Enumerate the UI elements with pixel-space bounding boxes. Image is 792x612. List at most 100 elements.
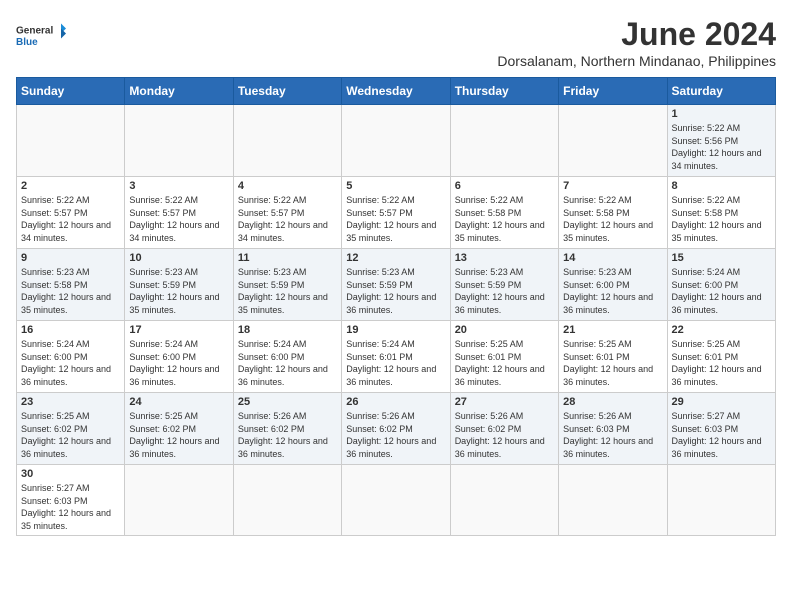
day-info: Sunrise: 5:26 AM Sunset: 6:02 PM Dayligh… xyxy=(238,410,337,460)
title-area: June 2024 Dorsalanam, Northern Mindanao,… xyxy=(497,16,776,69)
calendar-cell: 16 Sunrise: 5:24 AM Sunset: 6:00 PM Dayli… xyxy=(17,321,125,393)
svg-text:Blue: Blue xyxy=(16,37,38,48)
day-number: 9 xyxy=(21,252,120,264)
calendar-cell xyxy=(233,105,341,177)
calendar-cell: 2 Sunrise: 5:22 AM Sunset: 5:57 PM Daylig… xyxy=(17,177,125,249)
day-info: Sunrise: 5:22 AM Sunset: 5:57 PM Dayligh… xyxy=(129,194,228,244)
day-info: Sunrise: 5:23 AM Sunset: 5:58 PM Dayligh… xyxy=(21,266,120,316)
day-number: 7 xyxy=(563,180,662,192)
calendar-cell: 30Sunrise: 5:27 AM Sunset: 6:03 PM Dayli… xyxy=(17,465,125,536)
calendar-cell: 27 Sunrise: 5:26 AM Sunset: 6:02 PM Dayli… xyxy=(450,393,558,465)
day-number: 2 xyxy=(21,180,120,192)
page-header: General Blue June 2024 Dorsalanam, North… xyxy=(16,16,776,69)
calendar-cell xyxy=(559,105,667,177)
calendar-cell: 15 Sunrise: 5:24 AM Sunset: 6:00 PM Dayli… xyxy=(667,249,775,321)
calendar-cell: 6Sunrise: 5:22 AM Sunset: 5:58 PM Daylig… xyxy=(450,177,558,249)
calendar-week-row: 30Sunrise: 5:27 AM Sunset: 6:03 PM Dayli… xyxy=(17,465,776,536)
calendar-cell: 29Sunrise: 5:27 AM Sunset: 6:03 PM Dayli… xyxy=(667,393,775,465)
day-number: 23 xyxy=(21,396,120,408)
day-info: Sunrise: 5:25 AM Sunset: 6:01 PM Dayligh… xyxy=(563,338,662,388)
day-number: 1 xyxy=(672,108,771,120)
day-number: 21 xyxy=(563,324,662,336)
calendar-cell: 7 Sunrise: 5:22 AM Sunset: 5:58 PM Daylig… xyxy=(559,177,667,249)
day-number: 27 xyxy=(455,396,554,408)
calendar-cell xyxy=(559,465,667,536)
day-number: 19 xyxy=(346,324,445,336)
header-sunday: Sunday xyxy=(17,78,125,105)
calendar-cell: 3Sunrise: 5:22 AM Sunset: 5:57 PM Daylig… xyxy=(125,177,233,249)
day-number: 24 xyxy=(129,396,228,408)
header-thursday: Thursday xyxy=(450,78,558,105)
day-number: 14 xyxy=(563,252,662,264)
location-subtitle: Dorsalanam, Northern Mindanao, Philippin… xyxy=(497,53,776,69)
day-info: Sunrise: 5:22 AM Sunset: 5:58 PM Dayligh… xyxy=(455,194,554,244)
day-info: Sunrise: 5:22 AM Sunset: 5:57 PM Dayligh… xyxy=(238,194,337,244)
day-number: 28 xyxy=(563,396,662,408)
day-info: Sunrise: 5:24 AM Sunset: 6:00 PM Dayligh… xyxy=(129,338,228,388)
day-info: Sunrise: 5:22 AM Sunset: 5:56 PM Dayligh… xyxy=(672,122,771,172)
day-number: 17 xyxy=(129,324,228,336)
calendar-cell: 14 Sunrise: 5:23 AM Sunset: 6:00 PM Dayli… xyxy=(559,249,667,321)
day-number: 13 xyxy=(455,252,554,264)
day-number: 26 xyxy=(346,396,445,408)
day-number: 11 xyxy=(238,252,337,264)
calendar-cell: 4Sunrise: 5:22 AM Sunset: 5:57 PM Daylig… xyxy=(233,177,341,249)
calendar-week-row: 1 Sunrise: 5:22 AM Sunset: 5:56 PM Daylig… xyxy=(17,105,776,177)
calendar-cell: 22 Sunrise: 5:25 AM Sunset: 6:01 PM Dayli… xyxy=(667,321,775,393)
day-info: Sunrise: 5:25 AM Sunset: 6:01 PM Dayligh… xyxy=(672,338,771,388)
day-number: 29 xyxy=(672,396,771,408)
calendar-cell: 1 Sunrise: 5:22 AM Sunset: 5:56 PM Daylig… xyxy=(667,105,775,177)
day-info: Sunrise: 5:22 AM Sunset: 5:58 PM Dayligh… xyxy=(563,194,662,244)
calendar-cell xyxy=(342,465,450,536)
day-info: Sunrise: 5:26 AM Sunset: 6:03 PM Dayligh… xyxy=(563,410,662,460)
calendar-cell: 11Sunrise: 5:23 AM Sunset: 5:59 PM Dayli… xyxy=(233,249,341,321)
calendar-cell xyxy=(450,105,558,177)
calendar-cell: 20 Sunrise: 5:25 AM Sunset: 6:01 PM Dayli… xyxy=(450,321,558,393)
day-info: Sunrise: 5:24 AM Sunset: 6:00 PM Dayligh… xyxy=(21,338,120,388)
day-info: Sunrise: 5:23 AM Sunset: 5:59 PM Dayligh… xyxy=(129,266,228,316)
header-wednesday: Wednesday xyxy=(342,78,450,105)
calendar-cell: 19 Sunrise: 5:24 AM Sunset: 6:01 PM Dayli… xyxy=(342,321,450,393)
day-info: Sunrise: 5:23 AM Sunset: 5:59 PM Dayligh… xyxy=(346,266,445,316)
day-info: Sunrise: 5:22 AM Sunset: 5:58 PM Dayligh… xyxy=(672,194,771,244)
calendar-cell: 21 Sunrise: 5:25 AM Sunset: 6:01 PM Dayli… xyxy=(559,321,667,393)
month-title: June 2024 xyxy=(497,16,776,53)
day-number: 18 xyxy=(238,324,337,336)
day-info: Sunrise: 5:24 AM Sunset: 6:01 PM Dayligh… xyxy=(346,338,445,388)
calendar-cell xyxy=(125,465,233,536)
calendar-cell: 28 Sunrise: 5:26 AM Sunset: 6:03 PM Dayli… xyxy=(559,393,667,465)
calendar-cell xyxy=(17,105,125,177)
day-info: Sunrise: 5:24 AM Sunset: 6:00 PM Dayligh… xyxy=(672,266,771,316)
calendar-week-row: 23 Sunrise: 5:25 AM Sunset: 6:02 PM Dayli… xyxy=(17,393,776,465)
day-info: Sunrise: 5:25 AM Sunset: 6:01 PM Dayligh… xyxy=(455,338,554,388)
calendar-cell xyxy=(342,105,450,177)
calendar-cell: 17 Sunrise: 5:24 AM Sunset: 6:00 PM Dayli… xyxy=(125,321,233,393)
day-info: Sunrise: 5:24 AM Sunset: 6:00 PM Dayligh… xyxy=(238,338,337,388)
day-info: Sunrise: 5:25 AM Sunset: 6:02 PM Dayligh… xyxy=(129,410,228,460)
calendar-week-row: 16 Sunrise: 5:24 AM Sunset: 6:00 PM Dayli… xyxy=(17,321,776,393)
day-info: Sunrise: 5:23 AM Sunset: 6:00 PM Dayligh… xyxy=(563,266,662,316)
calendar-header-row: SundayMondayTuesdayWednesdayThursdayFrid… xyxy=(17,78,776,105)
header-monday: Monday xyxy=(125,78,233,105)
calendar-cell xyxy=(450,465,558,536)
day-number: 22 xyxy=(672,324,771,336)
day-info: Sunrise: 5:26 AM Sunset: 6:02 PM Dayligh… xyxy=(455,410,554,460)
day-number: 5 xyxy=(346,180,445,192)
day-number: 8 xyxy=(672,180,771,192)
calendar-cell: 13 Sunrise: 5:23 AM Sunset: 5:59 PM Dayli… xyxy=(450,249,558,321)
day-info: Sunrise: 5:27 AM Sunset: 6:03 PM Dayligh… xyxy=(21,482,120,532)
calendar-week-row: 9 Sunrise: 5:23 AM Sunset: 5:58 PM Daylig… xyxy=(17,249,776,321)
calendar-cell: 9 Sunrise: 5:23 AM Sunset: 5:58 PM Daylig… xyxy=(17,249,125,321)
day-number: 16 xyxy=(21,324,120,336)
calendar-cell: 12Sunrise: 5:23 AM Sunset: 5:59 PM Dayli… xyxy=(342,249,450,321)
calendar-cell xyxy=(667,465,775,536)
day-number: 15 xyxy=(672,252,771,264)
day-info: Sunrise: 5:23 AM Sunset: 5:59 PM Dayligh… xyxy=(455,266,554,316)
calendar-cell: 25 Sunrise: 5:26 AM Sunset: 6:02 PM Dayli… xyxy=(233,393,341,465)
day-number: 10 xyxy=(129,252,228,264)
day-number: 25 xyxy=(238,396,337,408)
svg-text:General: General xyxy=(16,26,53,37)
calendar-table: SundayMondayTuesdayWednesdayThursdayFrid… xyxy=(16,77,776,536)
day-number: 20 xyxy=(455,324,554,336)
day-info: Sunrise: 5:22 AM Sunset: 5:57 PM Dayligh… xyxy=(21,194,120,244)
